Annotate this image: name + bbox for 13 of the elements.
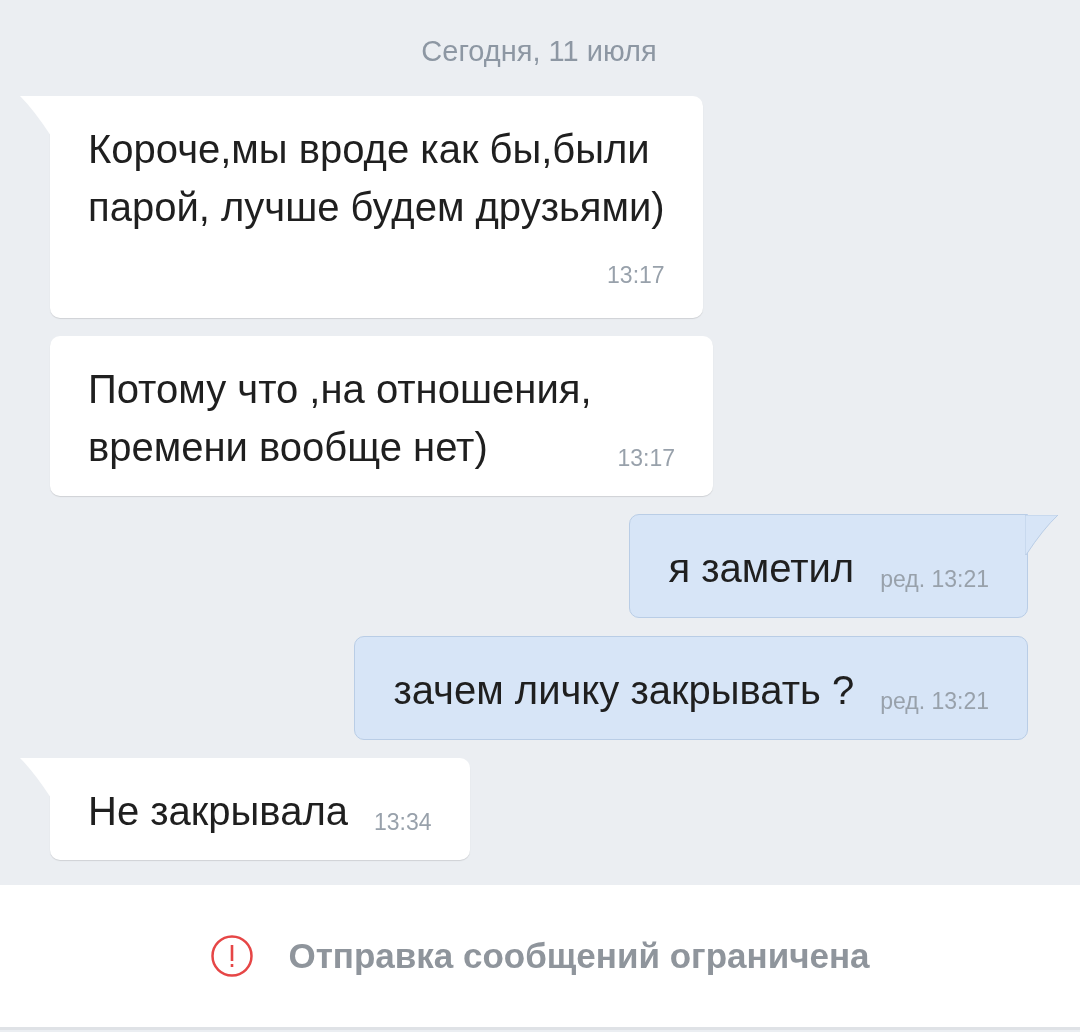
date-header: Сегодня, 11 июля: [420, 34, 658, 69]
message-time: 13:34: [373, 810, 432, 837]
message-text: зачем личку закрывать ?: [393, 666, 855, 714]
message-text: я заметил: [668, 544, 855, 592]
message-time: 13:17: [607, 263, 665, 287]
message-text: Не закрывала: [88, 787, 348, 835]
message-time: ред. 13:21: [880, 689, 989, 716]
message-text: Потому что ,на отношения, времени вообще нет): [88, 365, 592, 471]
message-time: 13:17: [617, 446, 676, 473]
message-time: ред. 13:21: [880, 567, 989, 594]
notice-text: Отправка сообщений ограничена: [288, 934, 870, 977]
warning-icon: [210, 934, 255, 978]
message-text: Короче,мы вроде как бы,были парой, лучше будем друзьями): [88, 125, 665, 231]
